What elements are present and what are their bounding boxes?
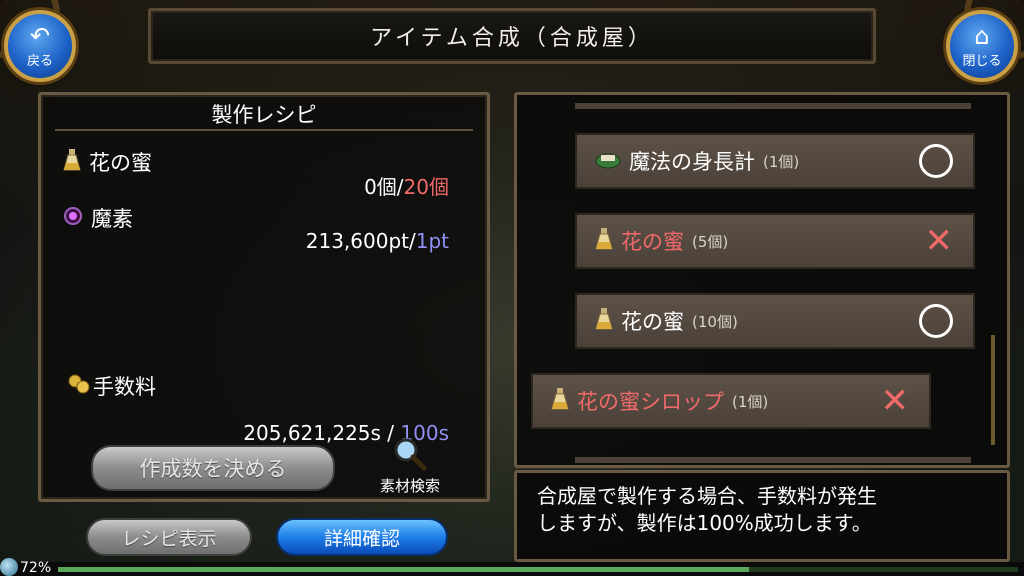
item-qty: (1個): [763, 152, 800, 171]
material-name: 魔素: [91, 207, 133, 231]
available-circle-icon: [919, 144, 953, 178]
list-top-divider: [575, 103, 971, 109]
required-count: 1pt: [415, 229, 449, 253]
owned-count: 0個/: [364, 175, 404, 199]
list-bottom-divider: [575, 457, 971, 463]
potion-icon: [551, 387, 569, 415]
list-item[interactable]: 花の蜜 (10個): [575, 293, 975, 349]
available-circle-icon: [919, 304, 953, 338]
item-name: 花の蜜: [621, 310, 684, 334]
message-line-1: 合成屋で製作する場合、手数料が発生: [537, 484, 877, 508]
fee-owned: 205,621,225s: [243, 421, 381, 445]
back-label: 戻る: [26, 53, 53, 69]
scrollbar[interactable]: [991, 335, 995, 445]
page-title: アイテム合成（合成屋）: [370, 26, 654, 51]
recipe-panel: 製作レシピ 花の蜜 0個/20個 魔素 213,600pt/1pt 手数料 20…: [38, 92, 490, 502]
item-qty: (5個): [692, 232, 729, 251]
magic-orb-icon: [63, 206, 83, 231]
item-qty: (1個): [732, 392, 769, 411]
item-name: 魔法の身長計: [629, 150, 755, 174]
list-item[interactable]: 魔法の身長計 (1個): [575, 133, 975, 189]
owned-count: 213,600pt/: [305, 229, 416, 253]
details-check-button[interactable]: 詳細確認: [276, 518, 448, 556]
potion-icon: [595, 307, 613, 335]
coins-icon: [67, 373, 91, 400]
progress-bar: [58, 567, 1018, 572]
item-name: 花の蜜シロップ: [577, 390, 724, 414]
home-icon: ⌂: [974, 21, 990, 50]
close-label: 閉じる: [962, 53, 1002, 69]
close-button[interactable]: ⌂ 閉じる: [946, 10, 1018, 82]
item-list-panel: 魔法の身長計 (1個) 花の蜜 (5個) ✕ 花の蜜 (10個) 花の蜜シロップ…: [514, 92, 1010, 468]
fee-label: 手数料: [93, 375, 156, 399]
material-search-button[interactable]: 素材検索: [373, 437, 447, 497]
magnifier-icon: [393, 437, 427, 475]
potion-icon: [63, 148, 81, 177]
back-arrow-icon: ↶: [29, 21, 51, 50]
decide-count-button[interactable]: 作成数を決める: [91, 445, 335, 491]
material-name: 花の蜜: [89, 151, 152, 175]
back-button[interactable]: ↶ 戻る: [4, 10, 76, 82]
required-count: 20個: [403, 175, 449, 199]
progress-percent: 72%: [20, 560, 52, 576]
potion-icon: [595, 227, 613, 255]
list-item[interactable]: 花の蜜 (5個) ✕: [575, 213, 975, 269]
title-bar: アイテム合成（合成屋）: [148, 8, 876, 64]
ruler-box-icon: [595, 149, 621, 173]
unavailable-x-icon: ✕: [924, 221, 954, 261]
unavailable-x-icon: ✕: [880, 381, 910, 421]
globe-icon: [0, 558, 18, 576]
info-message-panel: 合成屋で製作する場合、手数料が発生 しますが、製作は100%成功します。: [514, 470, 1010, 562]
fee-row: 手数料: [67, 371, 156, 401]
recipe-title: 製作レシピ: [211, 103, 317, 127]
item-name: 花の蜜: [621, 230, 684, 254]
list-item-selected[interactable]: 花の蜜シロップ (1個) ✕: [531, 373, 931, 429]
material-row-1: 花の蜜: [63, 147, 152, 177]
material-row-2: 魔素: [63, 203, 133, 233]
recipe-display-button[interactable]: レシピ表示: [86, 518, 252, 556]
message-line-2: しますが、製作は100%成功します。: [537, 511, 872, 535]
progress-fill: [58, 567, 750, 572]
material-count: 213,600pt/1pt: [306, 229, 449, 253]
material-count: 0個/20個: [364, 171, 449, 200]
title-divider: [55, 129, 473, 131]
item-qty: (10個): [692, 312, 738, 331]
material-search-label: 素材検索: [379, 477, 440, 495]
